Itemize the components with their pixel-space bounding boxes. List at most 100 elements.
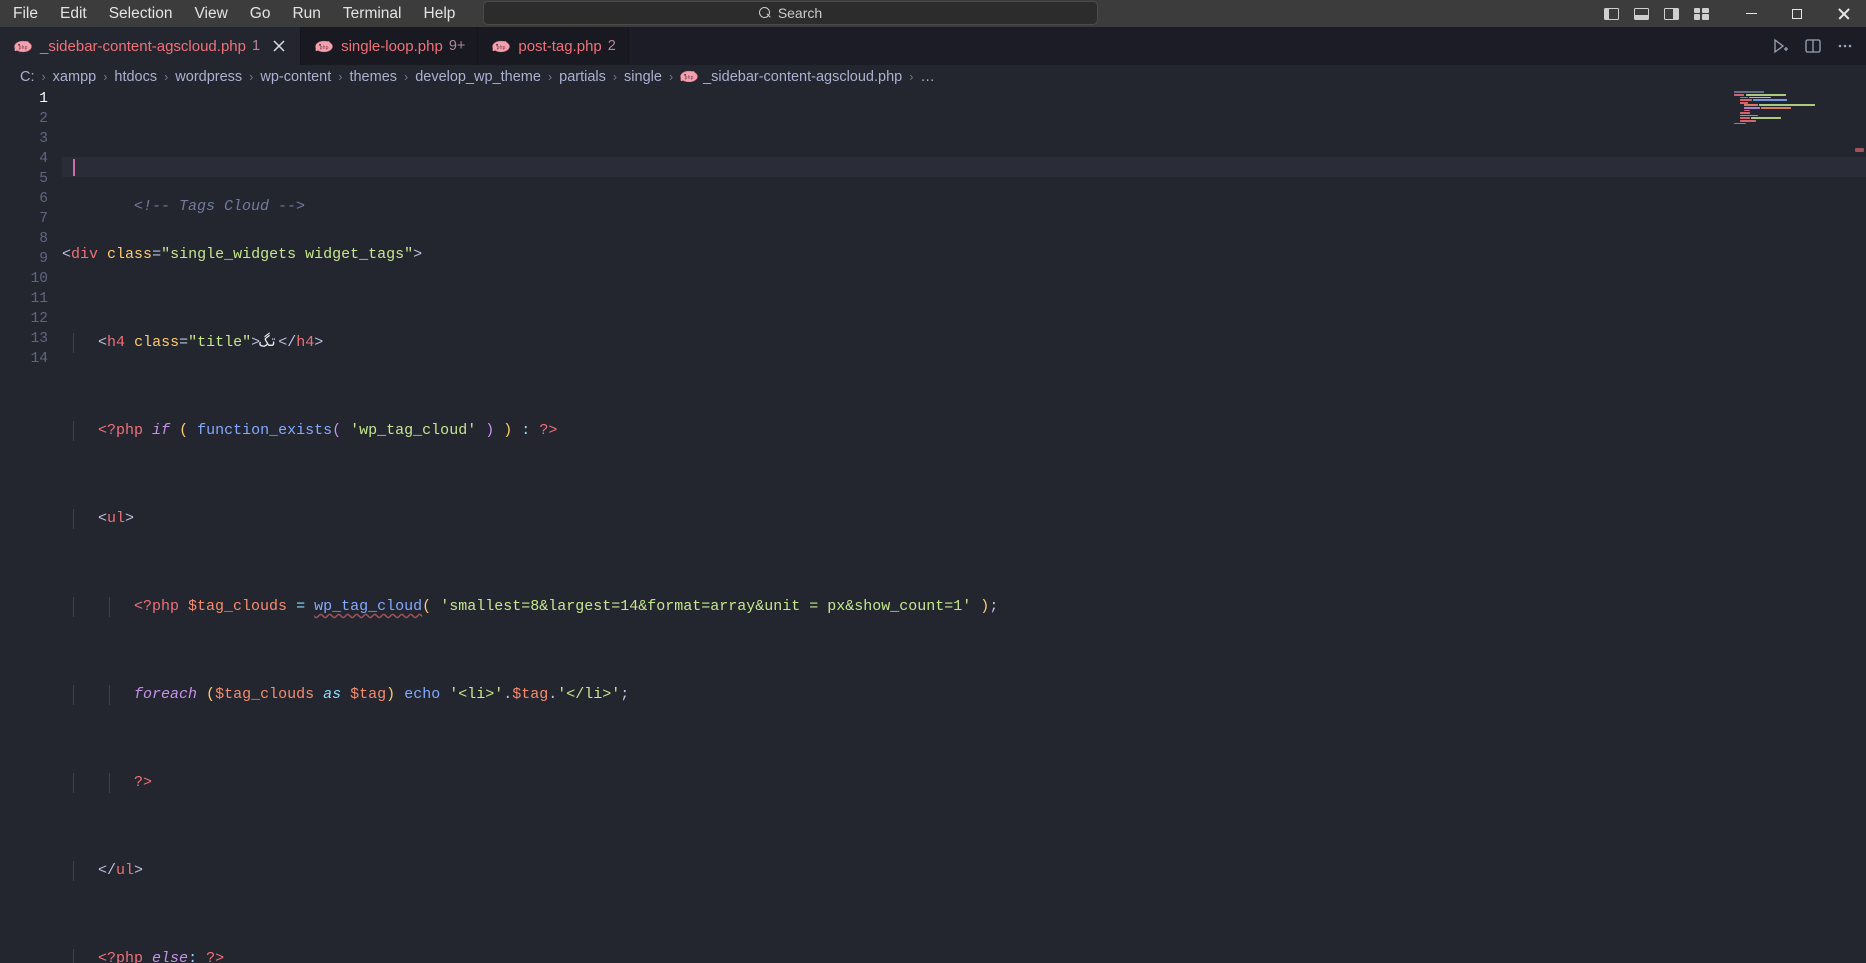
breadcrumb: C: › xampp › htdocs › wordpress › wp-con… bbox=[0, 65, 1866, 88]
breadcrumb-item-themes[interactable]: themes bbox=[349, 69, 397, 85]
editor-tab-bar: php _sidebar-content-agscloud.php 1 php bbox=[0, 27, 1866, 65]
code-line-10[interactable]: <?php else: ?> bbox=[62, 949, 1866, 963]
text-cursor bbox=[73, 159, 75, 176]
code-line-5[interactable]: <ul> bbox=[62, 509, 1866, 529]
editor-actions bbox=[1766, 27, 1860, 65]
php-file-icon: php bbox=[14, 40, 32, 52]
php-file-icon: php bbox=[492, 40, 511, 52]
code-line-6[interactable]: <?php $tag_clouds = wp_tag_cloud( 'small… bbox=[62, 597, 1866, 617]
line-number: 3 bbox=[39, 131, 48, 147]
breadcrumb-item-wordpress[interactable]: wordpress bbox=[175, 69, 242, 85]
breadcrumb-separator-icon: › bbox=[404, 69, 409, 84]
minimap[interactable] bbox=[1732, 88, 1852, 963]
menu-item-file[interactable]: File bbox=[2, 0, 49, 27]
menu-item-help[interactable]: Help bbox=[413, 0, 467, 27]
breadcrumb-item-partials[interactable]: partials bbox=[559, 69, 606, 85]
breadcrumb-separator-icon: › bbox=[41, 69, 46, 84]
tab-single-loop-php[interactable]: php single-loop.php 9+ bbox=[301, 27, 479, 65]
menu-item-go[interactable]: Go bbox=[239, 0, 282, 27]
code-line-9[interactable]: </ul> bbox=[62, 861, 1866, 881]
line-number: 6 bbox=[39, 191, 48, 207]
tab-list: php _sidebar-content-agscloud.php 1 php bbox=[0, 27, 629, 65]
code-line-7[interactable]: foreach ($tag_clouds as $tag) echo '<li>… bbox=[62, 685, 1866, 705]
line-number: 1 bbox=[39, 91, 48, 107]
menu-item-view[interactable]: View bbox=[183, 0, 238, 27]
run-or-debug-icon[interactable] bbox=[1766, 31, 1796, 61]
editor-vertical-scrollbar[interactable] bbox=[1852, 88, 1866, 963]
breadcrumb-item-overflow[interactable]: … bbox=[920, 69, 935, 85]
breadcrumb-item-htdocs[interactable]: htdocs bbox=[114, 69, 157, 85]
breadcrumb-separator-icon: › bbox=[909, 69, 914, 84]
line-number: 11 bbox=[30, 291, 48, 307]
svg-text:php: php bbox=[18, 44, 27, 50]
code-content[interactable]: <!-- Tags Cloud --> <div class="single_w… bbox=[62, 89, 1866, 963]
php-file-icon: php bbox=[680, 70, 698, 83]
tab-label: single-loop.php bbox=[341, 37, 443, 55]
code-line-8[interactable]: ?> bbox=[62, 773, 1866, 793]
menu-item-run[interactable]: Run bbox=[281, 0, 331, 27]
breadcrumb-item-xampp[interactable]: xampp bbox=[53, 69, 97, 85]
more-actions-icon[interactable] bbox=[1830, 31, 1860, 61]
code-line-1[interactable]: <!-- Tags Cloud --> bbox=[62, 157, 1866, 215]
code-token-comment: <!-- Tags Cloud --> bbox=[134, 198, 306, 215]
breadcrumb-separator-icon: › bbox=[249, 69, 254, 84]
breadcrumb-separator-icon: › bbox=[164, 69, 169, 84]
title-bar: File Edit Selection View Go Run Terminal… bbox=[0, 0, 1866, 27]
split-editor-icon[interactable] bbox=[1798, 31, 1828, 61]
line-number: 12 bbox=[30, 311, 48, 327]
breadcrumb-item-wp-content[interactable]: wp-content bbox=[260, 69, 331, 85]
line-number: 7 bbox=[39, 211, 48, 227]
breadcrumb-separator-icon: › bbox=[103, 69, 108, 84]
customize-layout-icon[interactable] bbox=[1686, 0, 1716, 27]
breadcrumb-item-develop-wp-theme[interactable]: develop_wp_theme bbox=[415, 69, 541, 85]
code-line-3[interactable]: <h4 class="title">تگ</h4> bbox=[62, 333, 1866, 353]
line-number: 2 bbox=[39, 111, 48, 127]
breadcrumb-item-drive[interactable]: C: bbox=[20, 69, 35, 85]
svg-text:php: php bbox=[497, 44, 506, 50]
window-minimize-button[interactable] bbox=[1728, 0, 1774, 27]
toggle-secondary-sidebar-icon[interactable] bbox=[1656, 0, 1686, 27]
breadcrumb-separator-icon: › bbox=[338, 69, 343, 84]
code-editor[interactable]: 1 2 3 4 5 6 7 8 9 10 11 12 13 14 <!-- Ta… bbox=[0, 88, 1866, 963]
search-icon bbox=[758, 6, 772, 20]
line-number: 8 bbox=[39, 231, 48, 247]
svg-text:php: php bbox=[685, 75, 694, 81]
vscode-window: File Edit Selection View Go Run Terminal… bbox=[0, 0, 1866, 963]
window-maximize-button[interactable] bbox=[1774, 0, 1820, 27]
toggle-primary-sidebar-icon[interactable] bbox=[1596, 0, 1626, 27]
line-number: 10 bbox=[30, 271, 48, 287]
php-file-icon: php bbox=[315, 40, 333, 52]
breadcrumb-separator-icon: › bbox=[668, 69, 674, 84]
tab-label: _sidebar-content-agscloud.php bbox=[40, 37, 246, 55]
layout-controls bbox=[1596, 0, 1716, 27]
menu-bar: File Edit Selection View Go Run Terminal… bbox=[0, 0, 466, 27]
line-number: 9 bbox=[39, 251, 48, 267]
code-line-4[interactable]: <?php if ( function_exists( 'wp_tag_clou… bbox=[62, 421, 1866, 441]
line-number-gutter: 1 2 3 4 5 6 7 8 9 10 11 12 13 14 bbox=[0, 88, 62, 963]
minimap-lines bbox=[1732, 88, 1852, 125]
tab-post-tag-php[interactable]: php post-tag.php 2 bbox=[478, 27, 629, 65]
code-line-2[interactable]: <div class="single_widgets widget_tags"> bbox=[62, 245, 1866, 265]
tab-sidebar-content-agscloud-php[interactable]: php _sidebar-content-agscloud.php 1 bbox=[0, 27, 302, 65]
title-bar-right bbox=[1596, 0, 1866, 27]
svg-text:php: php bbox=[320, 44, 329, 50]
search-input-text: Search bbox=[777, 5, 823, 21]
menu-item-terminal[interactable]: Terminal bbox=[332, 0, 413, 27]
tab-problem-badge: 2 bbox=[607, 38, 616, 54]
breadcrumb-item-single[interactable]: single bbox=[624, 69, 662, 85]
line-number: 4 bbox=[39, 151, 48, 167]
breadcrumb-separator-icon: › bbox=[547, 69, 553, 84]
window-close-button[interactable] bbox=[1820, 0, 1866, 27]
tab-problem-badge: 9+ bbox=[448, 38, 466, 54]
line-number: 14 bbox=[30, 351, 48, 367]
tab-label: post-tag.php bbox=[518, 37, 602, 55]
line-number: 13 bbox=[30, 331, 48, 347]
breadcrumb-item-file[interactable]: _sidebar-content-agscloud.php bbox=[703, 69, 902, 85]
breadcrumb-separator-icon: › bbox=[612, 69, 618, 84]
line-number: 5 bbox=[39, 171, 48, 187]
menu-item-edit[interactable]: Edit bbox=[49, 0, 98, 27]
command-center-search[interactable]: Search bbox=[483, 1, 1098, 25]
menu-item-selection[interactable]: Selection bbox=[98, 0, 184, 27]
toggle-panel-icon[interactable] bbox=[1626, 0, 1656, 27]
tab-close-icon[interactable] bbox=[270, 37, 288, 55]
